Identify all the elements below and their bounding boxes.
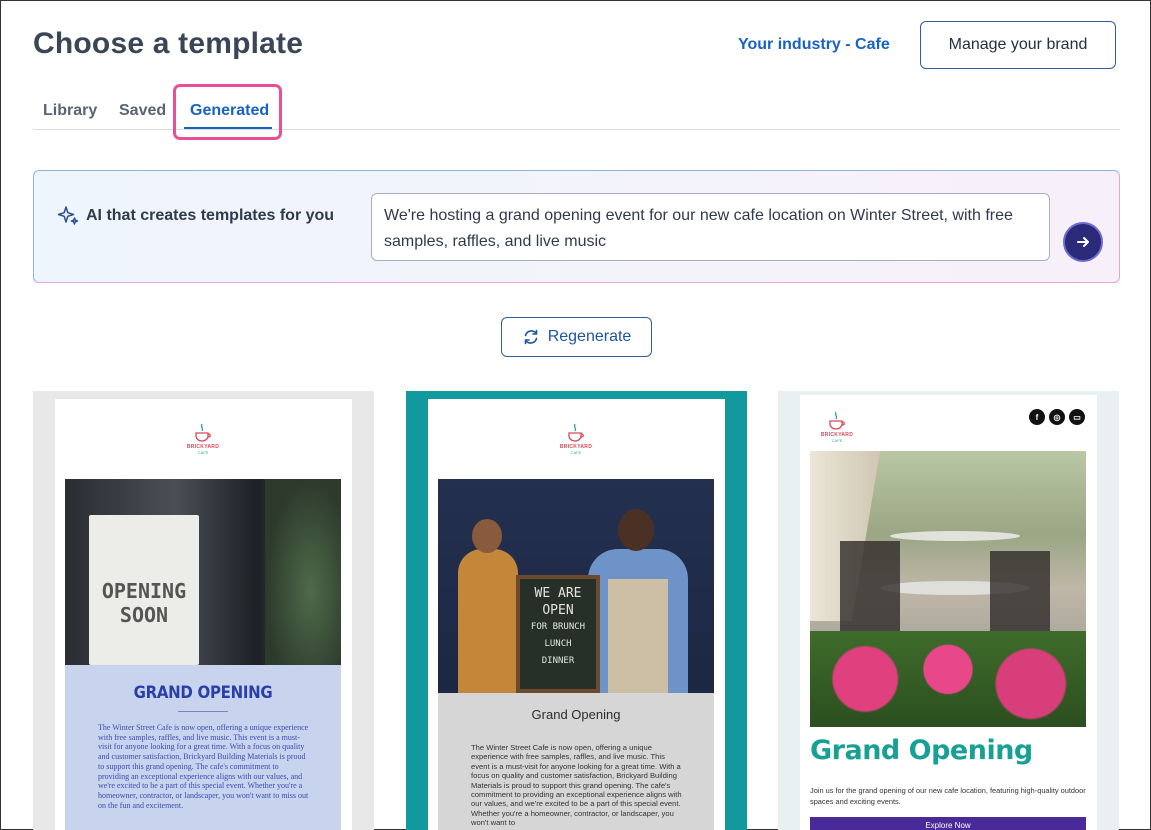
opening-soon-photo: OPENING SOON — [65, 479, 341, 665]
instagram-icon[interactable]: ◎ — [1049, 409, 1065, 425]
template-tabs: Library Saved Generated — [33, 84, 1120, 140]
website-icon[interactable]: ▭ — [1069, 409, 1085, 425]
coffee-cup-icon — [829, 411, 845, 430]
active-tab-underline — [184, 127, 272, 129]
chalk-line-3: FOR BRUNCH — [530, 622, 586, 632]
industry-link[interactable]: Your industry - Cafe — [738, 36, 890, 54]
content-block: GRAND OPENING The Winter Street Cafe is … — [65, 665, 341, 830]
template-sheet: BRICKYARD CAFE f ◎ ▭ Grand Opening Join … — [800, 395, 1097, 830]
template-title: Grand Opening — [810, 735, 1033, 766]
chalk-line-2: OPEN — [542, 603, 574, 618]
sign-line-2: SOON — [119, 603, 169, 627]
coffee-cup-icon — [568, 423, 584, 442]
template-card-1[interactable]: BRICKYARD CAFE OPENING SOON GRAND OPENIN… — [33, 391, 374, 830]
template-title: GRAND OPENING — [133, 681, 273, 703]
tab-generated[interactable]: Generated — [190, 102, 269, 120]
facebook-icon[interactable]: f — [1029, 409, 1045, 425]
explore-now-button[interactable]: Explore Now — [810, 817, 1086, 830]
manage-brand-button[interactable]: Manage your brand — [920, 21, 1116, 69]
brickyard-logo: BRICKYARD CAFE — [551, 413, 601, 463]
chalkboard: WE ARE OPEN FOR BRUNCH LUNCH DINNER — [516, 575, 600, 693]
chalk-line-1: WE ARE — [534, 586, 582, 601]
content-block: Grand Opening The Winter Street Cafe is … — [438, 693, 714, 830]
chalk-line-4: LUNCH — [544, 639, 572, 649]
tab-library[interactable]: Library — [43, 102, 97, 120]
template-card-2[interactable]: BRICKYARD CAFE WE ARE OPEN FOR BRUNCH LU… — [406, 391, 747, 830]
ai-label: AI that creates templates for you — [56, 204, 334, 228]
brickyard-logo: BRICKYARD CAFE — [812, 401, 862, 451]
logo-subtext: CAFE — [570, 449, 582, 455]
prompt-input[interactable]: We're hosting a grand opening event for … — [371, 193, 1050, 261]
patio-photo — [810, 451, 1086, 727]
sign-board: OPENING SOON — [89, 515, 199, 665]
sign-line-1: OPENING — [101, 579, 187, 603]
sparkle-icon — [57, 206, 79, 225]
template-body: The Winter Street Cafe is now open, offe… — [471, 743, 682, 828]
template-sheet: BRICKYARD CAFE WE ARE OPEN FOR BRUNCH LU… — [428, 399, 725, 830]
refresh-icon — [524, 329, 537, 345]
ai-label-text: AI that creates templates for you — [86, 207, 335, 224]
arrow-right-icon — [1077, 237, 1089, 247]
tab-saved[interactable]: Saved — [119, 102, 166, 120]
regenerate-button[interactable]: Regenerate — [501, 317, 652, 357]
owners-photo: WE ARE OPEN FOR BRUNCH LUNCH DINNER — [438, 479, 714, 693]
page-title: Choose a template — [33, 27, 304, 60]
logo-subtext: CAFE — [831, 437, 843, 443]
coffee-cup-icon — [195, 423, 211, 442]
tab-generated-highlight: Generated — [173, 84, 282, 140]
ai-template-panel: AI that creates templates for you We're … — [33, 170, 1120, 283]
template-title: Grand Opening — [531, 707, 621, 722]
submit-prompt-button[interactable] — [1063, 222, 1103, 262]
template-body: The Winter Street Cafe is now open, offe… — [98, 723, 309, 810]
template-sheet: BRICKYARD CAFE OPENING SOON GRAND OPENIN… — [55, 399, 352, 830]
brickyard-logo: BRICKYARD CAFE — [178, 413, 228, 463]
template-body: Join us for the grand opening of our new… — [810, 786, 1086, 806]
chalk-line-5: DINNER — [541, 656, 575, 666]
template-card-3[interactable]: BRICKYARD CAFE f ◎ ▭ Grand Opening Join … — [778, 391, 1119, 830]
logo-subtext: CAFE — [197, 449, 209, 455]
divider — [178, 711, 228, 712]
regenerate-label: Regenerate — [547, 328, 632, 345]
